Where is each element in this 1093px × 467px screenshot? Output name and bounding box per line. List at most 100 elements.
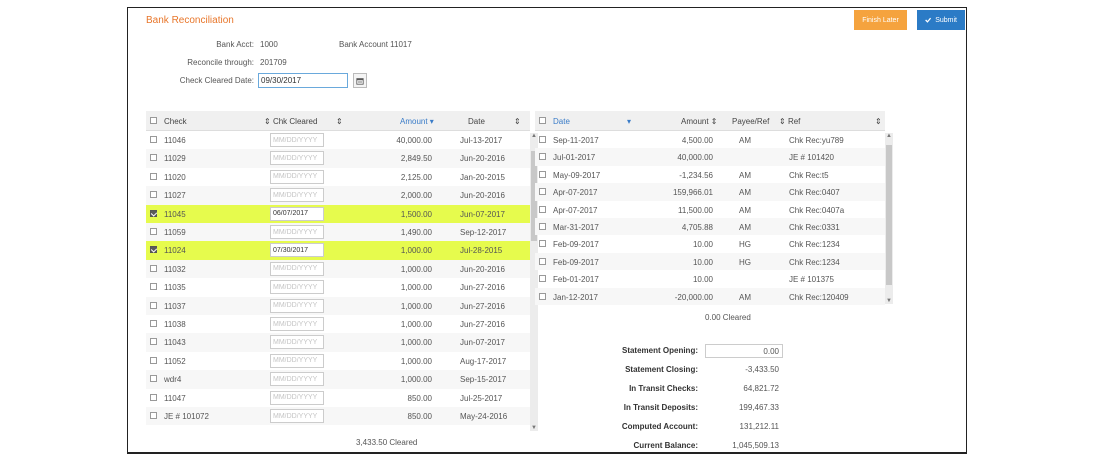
in-transit-deposits-label: In Transit Deposits: [623,403,698,412]
col-deposit-date[interactable]: Date [553,117,570,126]
chk-cleared-input[interactable] [270,169,324,184]
check-amount: 40,000.00 [396,136,432,145]
checks-body: 11046 40,000.00 Jul-13-2017 11029 2,849.50 Ju… [146,131,530,431]
check-row[interactable]: 11038 1,000.00 Jun-27-2016 [146,315,530,333]
chk-cleared-input[interactable] [270,317,324,331]
deposit-row[interactable]: Apr-07-2017 159,966.01 AM Chk Rec:0407 [535,183,885,201]
check-row[interactable]: 11037 1,000.00 Jun-27-2016 [146,296,530,315]
deposit-row[interactable]: Feb-09-2017 10.00 HG Chk Rec:1234 [535,252,885,271]
col-amount[interactable]: Amount ▾ [400,117,434,126]
deposit-row-checkbox[interactable] [539,275,546,283]
chk-cleared-input[interactable] [270,409,324,423]
check-row-checkbox[interactable] [150,412,157,419]
deposit-row[interactable]: May-09-2017 -1,234.56 AM Chk Rec:t5 [535,166,885,183]
check-row[interactable]: 11059 1,490.00 Sep-12-2017 [146,223,530,242]
deposits-scrollbar[interactable]: ▲ ▼ [885,133,893,304]
chk-cleared-input[interactable] [270,261,324,276]
submit-button[interactable]: Submit [917,10,965,30]
check-row-checkbox[interactable] [150,246,157,254]
deposits-scroll-down-icon[interactable]: ▼ [885,298,893,304]
check-row[interactable]: 11020 2,125.00 Jan-20-2015 [146,168,530,186]
check-amount: 2,849.50 [400,154,432,164]
deposit-ref: Chk Rec:t5 [789,170,829,180]
col-deposit-amount[interactable]: Amount ⇕ [681,117,718,126]
check-row[interactable]: 11045 1,500.00 Jun-07-2017 [146,204,530,223]
deposit-row[interactable]: Apr-07-2017 11,500.00 AM Chk Rec:0407a [535,201,885,218]
chk-cleared-input[interactable] [270,298,324,313]
check-row-checkbox[interactable] [150,375,157,383]
chk-cleared-input[interactable] [270,188,324,203]
deposit-row-checkbox[interactable] [539,136,546,143]
select-all-deposits-checkbox[interactable] [539,117,546,124]
deposit-row[interactable]: Jan-12-2017 -20,000.00 AM Chk Rec:120409 [535,287,885,305]
deposit-row-checkbox[interactable] [539,223,546,230]
check-row[interactable]: 11027 2,000.00 Jun-20-2016 [146,186,530,205]
check-row[interactable]: JE # 101072 850.00 May-24-2016 [146,407,530,426]
deposit-ref[interactable]: JE # 101420 [789,153,834,162]
check-row-checkbox[interactable] [150,301,157,309]
deposit-row[interactable]: Feb-09-2017 10.00 HG Chk Rec:1234 [535,235,885,252]
chk-cleared-input[interactable] [270,243,324,258]
check-row-checkbox[interactable] [150,136,157,143]
check-row-checkbox[interactable] [150,172,157,180]
col-date[interactable]: Date [468,117,485,126]
chk-cleared-input[interactable] [270,225,324,239]
check-row[interactable]: 11043 1,000.00 Jun-07-2017 [146,333,530,352]
chk-cleared-input[interactable] [270,390,324,405]
check-row-checkbox[interactable] [150,154,157,162]
chk-cleared-input[interactable] [270,372,324,387]
deposit-row[interactable]: Jul-01-2017 40,000.00 JE # 101420 [535,148,885,166]
check-row[interactable]: 11046 40,000.00 Jul-13-2017 [146,131,530,149]
check-row[interactable]: 11047 850.00 Jul-25-2017 [146,389,530,407]
deposit-row-checkbox[interactable] [539,240,546,248]
chk-cleared-input[interactable] [270,206,324,221]
check-row-checkbox[interactable] [150,228,157,235]
chk-cleared-input[interactable] [270,280,324,295]
chk-cleared-input[interactable] [270,353,324,368]
deposit-row[interactable]: Feb-01-2017 10.00 JE # 101375 [535,270,885,287]
chk-cleared-input[interactable] [270,151,324,166]
deposit-row-checkbox[interactable] [539,188,546,196]
check-row[interactable]: wdr4 1,000.00 Sep-15-2017 [146,370,530,389]
check-row[interactable]: 11035 1,000.00 Jun-27-2016 [146,278,530,296]
check-row-checkbox[interactable] [150,338,157,346]
deposit-date: Apr-07-2017 [553,188,598,198]
check-row-checkbox[interactable] [150,209,157,217]
statement-opening-input[interactable] [705,344,783,358]
deposit-row-checkbox[interactable] [539,205,546,213]
check-row[interactable]: 11024 1,000.00 Jul-28-2015 [146,241,530,260]
check-date: Jun-07-2017 [460,338,505,348]
col-payee-ref[interactable]: Payee/Ref [732,117,769,126]
select-all-checks-checkbox[interactable] [150,117,157,124]
chk-cleared-input[interactable] [270,335,324,350]
check-row[interactable]: 11052 1,000.00 Aug-17-2017 [146,352,530,370]
check-row-checkbox[interactable] [150,356,157,364]
check-amount: 1,000.00 [400,246,432,256]
col-chk-cleared[interactable]: ⇕ Chk Cleared [264,117,317,126]
col-ref[interactable]: ⇕ Ref [779,117,800,126]
deposits-scroll-up-icon[interactable]: ▲ [885,133,893,139]
deposit-row-checkbox[interactable] [539,170,546,178]
col-check[interactable]: Check [164,117,187,126]
calendar-button[interactable] [353,73,367,88]
check-row[interactable]: 11029 2,849.50 Jun-20-2016 [146,149,530,168]
check-cleared-date-input[interactable] [258,73,348,88]
deposit-row-checkbox[interactable] [539,257,546,265]
check-row-checkbox[interactable] [150,283,157,291]
chk-cleared-input[interactable] [270,133,324,147]
scroll-down-icon[interactable]: ▼ [530,425,538,431]
check-row-checkbox[interactable] [150,191,157,199]
deposit-row-checkbox[interactable] [539,292,546,300]
deposit-row-checkbox[interactable] [539,153,546,161]
check-number[interactable]: JE # 101072 [164,412,209,421]
deposits-scroll-thumb[interactable] [886,145,892,285]
deposit-ref[interactable]: JE # 101375 [789,275,834,284]
finish-later-button[interactable]: Finish Later [854,10,907,30]
deposit-row[interactable]: Sep-11-2017 4,500.00 AM Chk Rec:yu789 [535,131,885,148]
check-row-checkbox[interactable] [150,393,157,401]
deposits-body: Sep-11-2017 4,500.00 AM Chk Rec:yu789 Jul-01… [535,131,885,306]
deposit-row[interactable]: Mar-31-2017 4,705.88 AM Chk Rec:0331 [535,218,885,236]
check-row-checkbox[interactable] [150,264,157,272]
check-row-checkbox[interactable] [150,320,157,327]
check-row[interactable]: 11032 1,000.00 Jun-20-2016 [146,259,530,279]
